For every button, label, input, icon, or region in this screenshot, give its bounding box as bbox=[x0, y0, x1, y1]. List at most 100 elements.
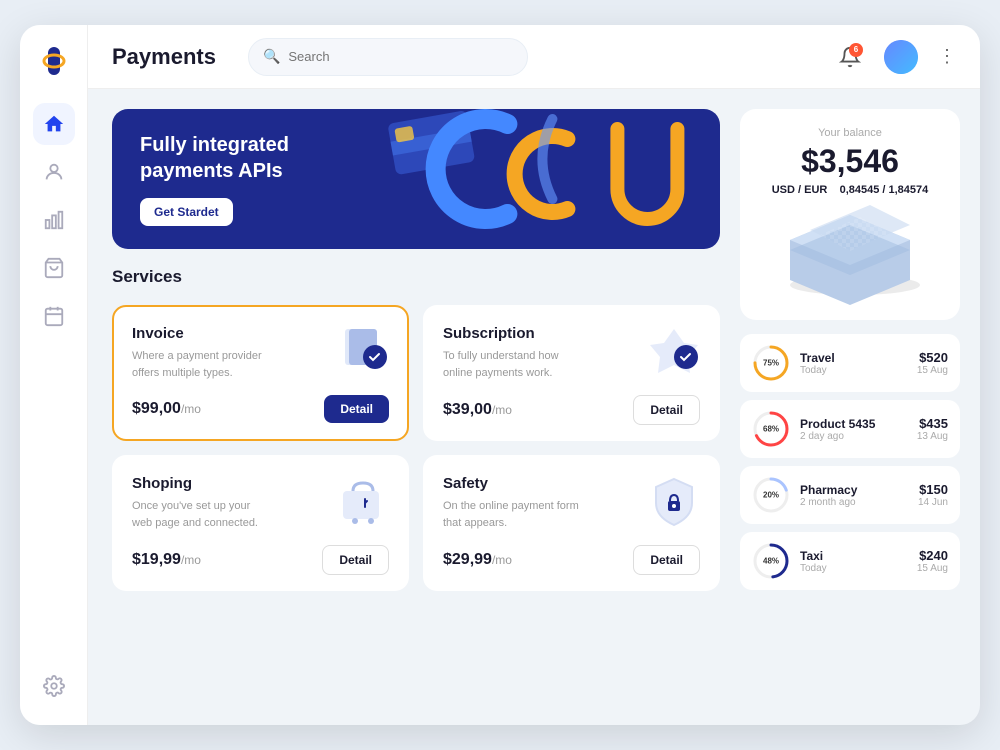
services-grid: Invoice Where a payment provider offers … bbox=[112, 305, 720, 591]
promo-banner: Fully integratedpayments APIs Get Starde… bbox=[112, 109, 720, 249]
service-price: $19,99/mo bbox=[132, 551, 201, 569]
tx-name: Pharmacy bbox=[800, 483, 908, 497]
balance-label: Your balance bbox=[756, 127, 944, 139]
service-info: Shoping Once you've set up your web page… bbox=[132, 475, 272, 531]
tx-day: 15 Aug bbox=[917, 365, 948, 376]
services-title: Services bbox=[112, 267, 720, 287]
tx-info: Taxi Today bbox=[800, 549, 907, 574]
tx-date: Today bbox=[800, 563, 907, 574]
service-desc: On the online payment form that appears. bbox=[443, 498, 583, 531]
service-name: Safety bbox=[443, 475, 583, 492]
service-card-subscription: Subscription To fully understand how onl… bbox=[423, 305, 720, 441]
tx-amount: $150 bbox=[918, 482, 948, 497]
tx-day: 15 Aug bbox=[917, 563, 948, 574]
tx-right: $150 14 Jun bbox=[918, 482, 948, 508]
service-per: /mo bbox=[492, 553, 512, 567]
service-card-header: Invoice Where a payment provider offers … bbox=[132, 325, 389, 381]
tx-info: Product 5435 2 day ago bbox=[800, 417, 907, 442]
service-desc: Where a payment provider offers multiple… bbox=[132, 348, 272, 381]
service-price: $39,00/mo bbox=[443, 401, 512, 419]
balance-card: Your balance $3,546 USD / EUR 0,84545 / … bbox=[740, 109, 960, 320]
transaction-item-product: 68% Product 5435 2 day ago $435 13 Aug bbox=[740, 400, 960, 458]
sidebar-nav bbox=[33, 103, 75, 655]
service-info: Subscription To fully understand how onl… bbox=[443, 325, 583, 381]
subscription-detail-button[interactable]: Detail bbox=[633, 395, 700, 425]
service-per: /mo bbox=[492, 403, 512, 417]
left-panel: Fully integratedpayments APIs Get Starde… bbox=[112, 109, 720, 705]
service-per: /mo bbox=[181, 553, 201, 567]
service-footer: $39,00/mo Detail bbox=[443, 395, 700, 425]
service-name: Invoice bbox=[132, 325, 272, 342]
service-footer: $19,99/mo Detail bbox=[132, 545, 389, 575]
tx-day: 14 Jun bbox=[918, 497, 948, 508]
banner-decorations bbox=[355, 109, 720, 249]
tx-percent: 48% bbox=[763, 557, 779, 566]
tx-name: Taxi bbox=[800, 549, 907, 563]
invoice-detail-button[interactable]: Detail bbox=[324, 395, 389, 423]
tx-date: 2 day ago bbox=[800, 431, 907, 442]
transaction-item-pharmacy: 20% Pharmacy 2 month ago $150 14 Jun bbox=[740, 466, 960, 524]
service-card-header: Shoping Once you've set up your web page… bbox=[132, 475, 389, 531]
user-avatar[interactable] bbox=[884, 40, 918, 74]
service-footer: $29,99/mo Detail bbox=[443, 545, 700, 575]
safety-icon bbox=[648, 475, 700, 527]
subscription-icon bbox=[648, 325, 700, 377]
tx-percent: 75% bbox=[763, 359, 779, 368]
bell-button[interactable]: 6 bbox=[832, 39, 868, 75]
service-price: $99,00/mo bbox=[132, 400, 201, 418]
right-panel: Your balance $3,546 USD / EUR 0,84545 / … bbox=[740, 109, 960, 705]
service-card-safety: Safety On the online payment form that a… bbox=[423, 455, 720, 591]
balance-rate: USD / EUR 0,84545 / 1,84574 bbox=[756, 184, 944, 196]
service-name: Shoping bbox=[132, 475, 272, 492]
service-info: Safety On the online payment form that a… bbox=[443, 475, 583, 531]
sidebar-item-home[interactable] bbox=[33, 103, 75, 145]
tx-name: Product 5435 bbox=[800, 417, 907, 431]
sidebar-item-calendar[interactable] bbox=[33, 295, 75, 337]
tx-percent: 68% bbox=[763, 425, 779, 434]
rate-value: 0,84545 / 1,84574 bbox=[840, 184, 929, 196]
transaction-item-travel: 75% Travel Today $520 15 Aug bbox=[740, 334, 960, 392]
banner-text: Fully integratedpayments APIs Get Starde… bbox=[140, 132, 289, 226]
sidebar bbox=[20, 25, 88, 725]
tx-amount: $435 bbox=[917, 416, 948, 431]
sidebar-item-bag[interactable] bbox=[33, 247, 75, 289]
search-input[interactable] bbox=[288, 49, 513, 64]
service-card-invoice: Invoice Where a payment provider offers … bbox=[112, 305, 409, 441]
service-info: Invoice Where a payment provider offers … bbox=[132, 325, 272, 381]
service-card-header: Safety On the online payment form that a… bbox=[443, 475, 700, 531]
balance-amount: $3,546 bbox=[756, 143, 944, 180]
shoping-icon bbox=[337, 475, 389, 527]
service-desc: Once you've set up your web page and con… bbox=[132, 498, 272, 531]
tx-amount: $520 bbox=[917, 350, 948, 365]
tx-date: Today bbox=[800, 365, 907, 376]
tx-info: Pharmacy 2 month ago bbox=[800, 483, 908, 508]
invoice-icon bbox=[337, 325, 389, 377]
search-icon: 🔍 bbox=[263, 48, 280, 65]
tx-day: 13 Aug bbox=[917, 431, 948, 442]
shoping-detail-button[interactable]: Detail bbox=[322, 545, 389, 575]
service-card-shoping: Shoping Once you've set up your web page… bbox=[112, 455, 409, 591]
more-menu-button[interactable]: ⋮ bbox=[938, 46, 956, 67]
tx-info: Travel Today bbox=[800, 351, 907, 376]
avatar-image bbox=[884, 40, 918, 74]
sidebar-item-user[interactable] bbox=[33, 151, 75, 193]
tx-progress-circle: 20% bbox=[752, 476, 790, 514]
service-name: Subscription bbox=[443, 325, 583, 342]
tx-right: $520 15 Aug bbox=[917, 350, 948, 376]
app-logo bbox=[36, 43, 72, 79]
tx-progress-circle: 75% bbox=[752, 344, 790, 382]
app-container: Payments 🔍 6 ⋮ bbox=[20, 25, 980, 725]
bell-badge: 6 bbox=[849, 43, 863, 57]
search-bar[interactable]: 🔍 bbox=[248, 38, 528, 76]
safety-detail-button[interactable]: Detail bbox=[633, 545, 700, 575]
content-area: Fully integratedpayments APIs Get Starde… bbox=[88, 89, 980, 725]
service-desc: To fully understand how online payments … bbox=[443, 348, 583, 381]
service-price: $29,99/mo bbox=[443, 551, 512, 569]
banner-title: Fully integratedpayments APIs bbox=[140, 132, 289, 184]
get-started-button[interactable]: Get Stardet bbox=[140, 198, 233, 226]
sidebar-settings[interactable] bbox=[33, 665, 75, 707]
sidebar-item-analytics[interactable] bbox=[33, 199, 75, 241]
page-title: Payments bbox=[112, 44, 216, 70]
card-visual bbox=[756, 210, 944, 300]
main-content: Payments 🔍 6 ⋮ bbox=[88, 25, 980, 725]
